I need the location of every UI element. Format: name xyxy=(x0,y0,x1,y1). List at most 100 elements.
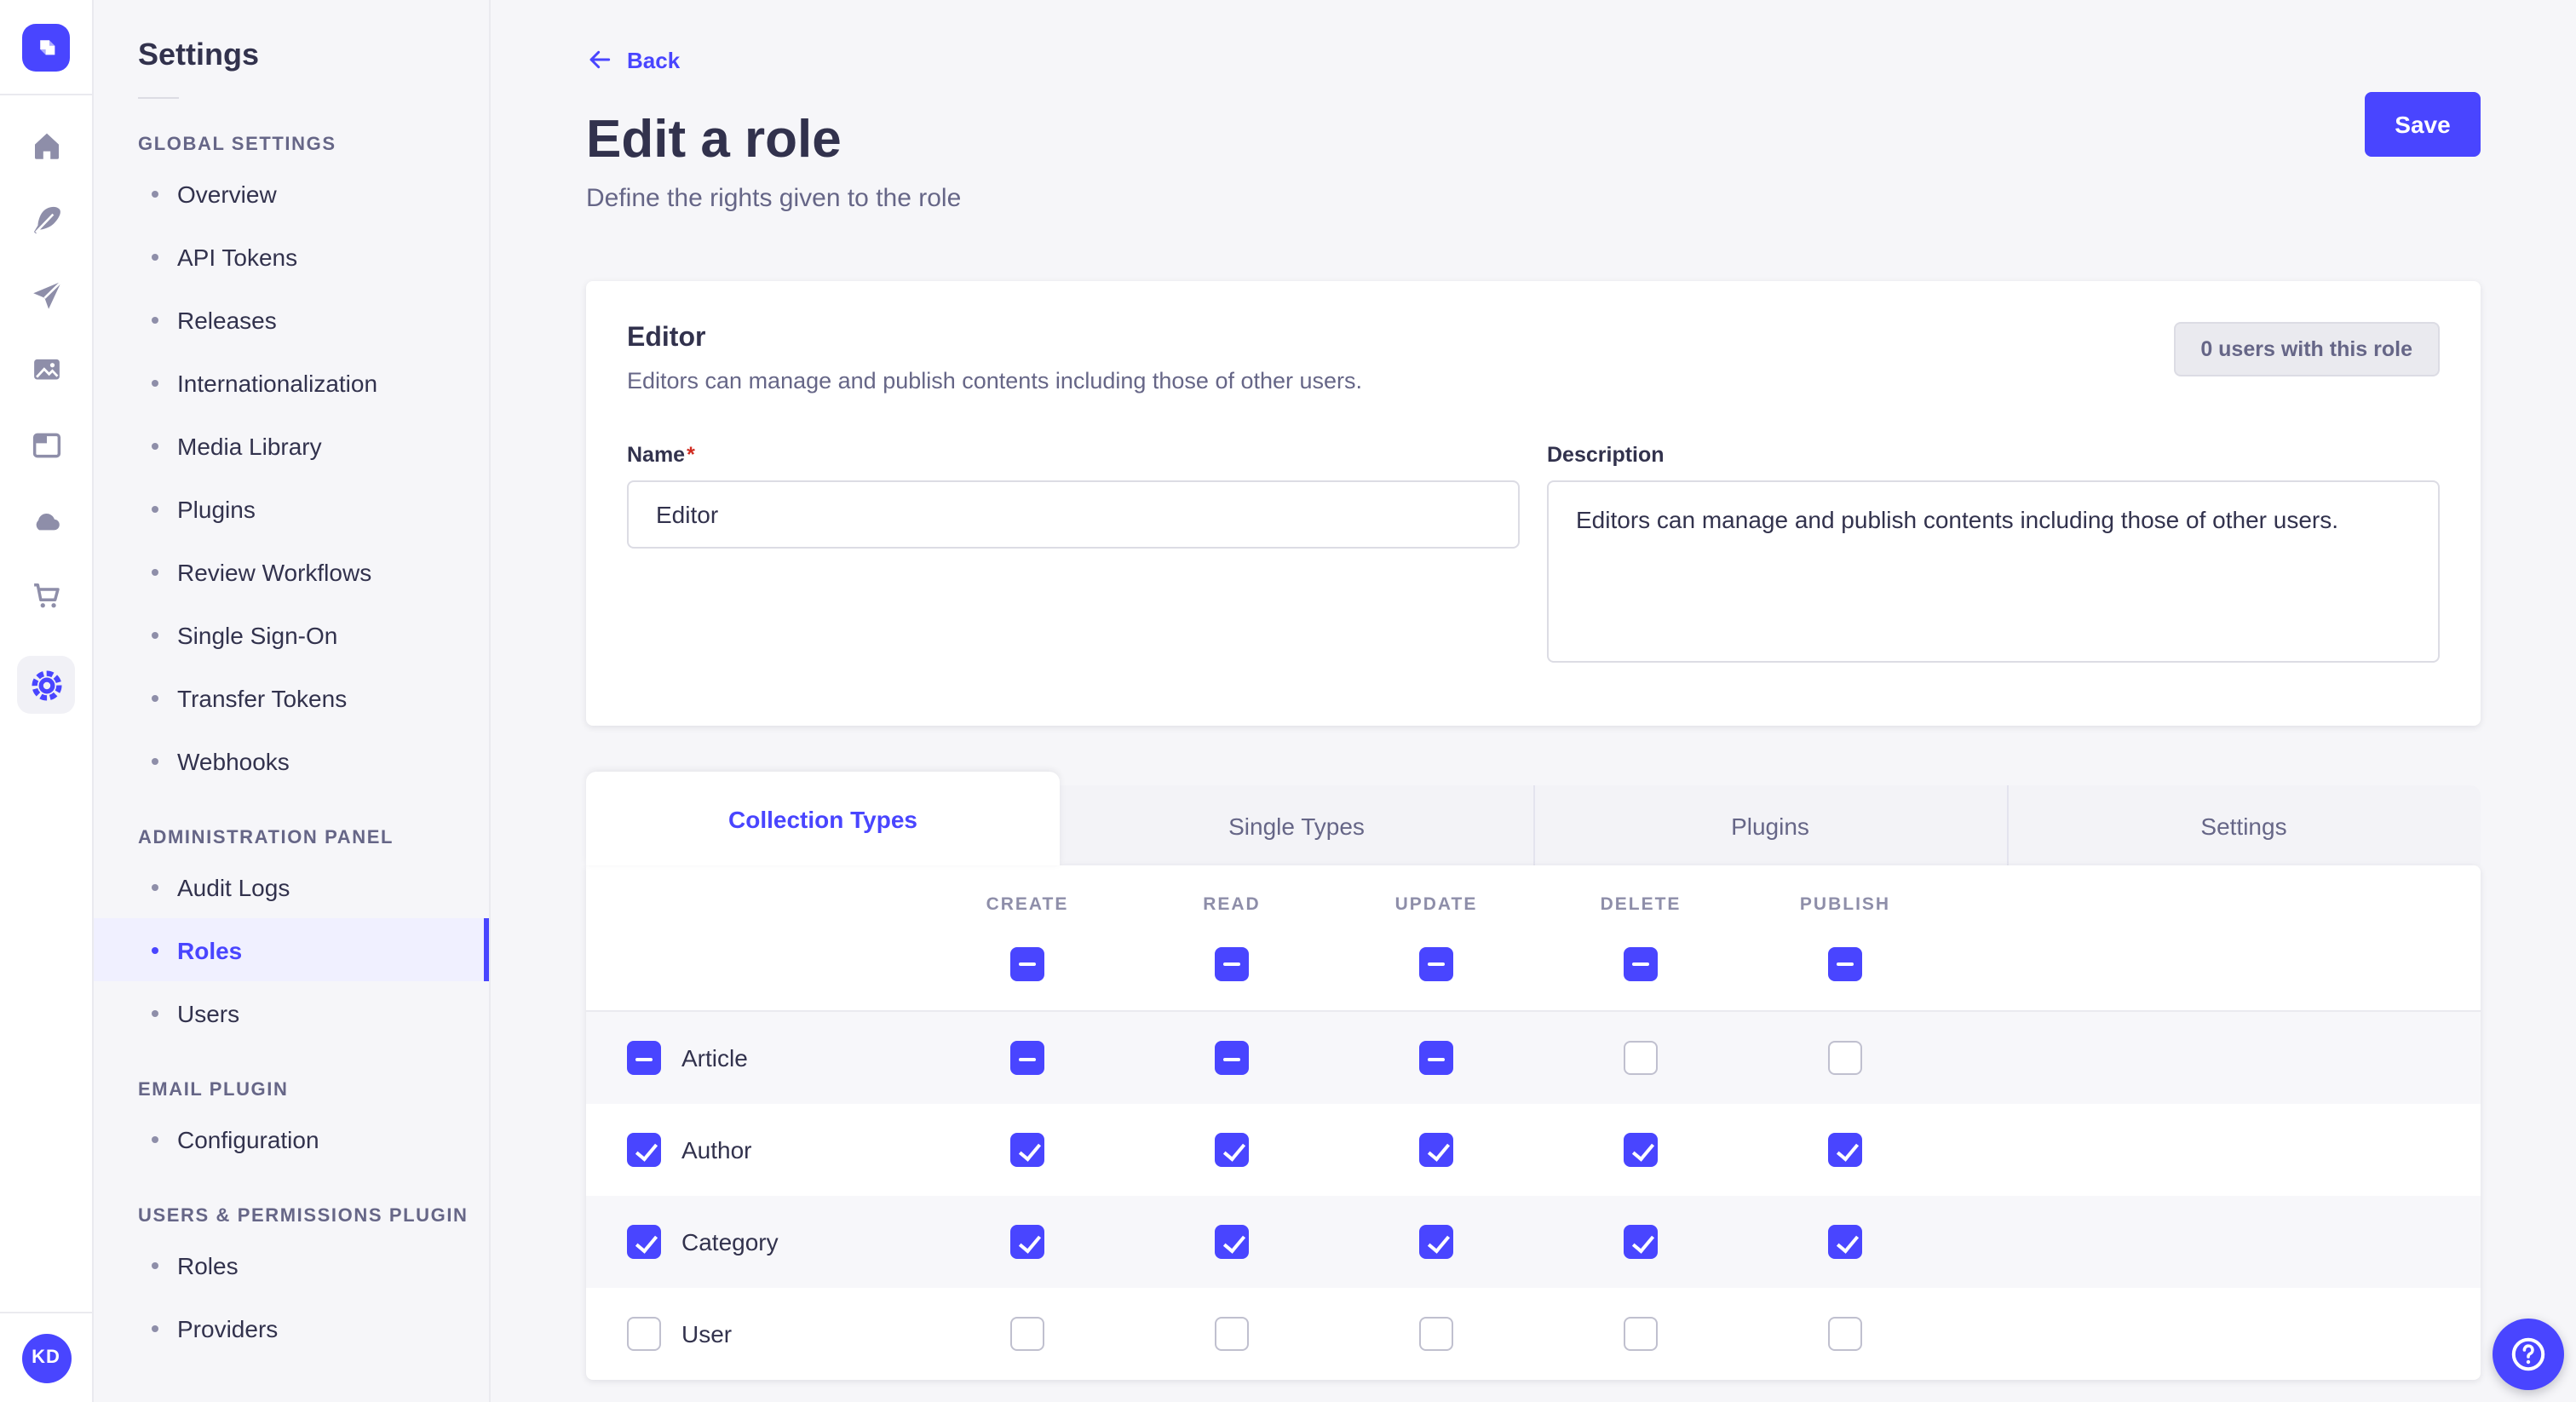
section-heading-email-plugin: EMAIL PLUGIN xyxy=(94,1077,489,1104)
rail-user-section: KD xyxy=(0,1312,92,1402)
row-label: User xyxy=(681,1320,732,1347)
permissions-tabs: Collection Types Single Types Plugins Se… xyxy=(586,772,2481,865)
section-heading-global-settings: GLOBAL SETTINGS xyxy=(94,131,489,158)
bullet-icon xyxy=(152,1009,158,1016)
users-count-badge[interactable]: 0 users with this role xyxy=(2173,322,2440,376)
sidebar-title-divider xyxy=(138,97,179,99)
sidebar-item-single-sign-on[interactable]: Single Sign-On xyxy=(94,603,489,666)
back-link[interactable]: Back xyxy=(586,46,680,73)
author-update-checkbox[interactable] xyxy=(1419,1133,1453,1167)
bullet-icon xyxy=(152,442,158,449)
help-button[interactable] xyxy=(2493,1319,2564,1390)
category-create-checkbox[interactable] xyxy=(1010,1225,1044,1259)
role-details-card: Editor Editors can manage and publish co… xyxy=(586,281,2481,726)
row-label: Article xyxy=(681,1044,748,1072)
user-delete-checkbox[interactable] xyxy=(1624,1317,1658,1351)
sidebar-item-configuration[interactable]: Configuration xyxy=(94,1107,489,1170)
article-update-checkbox[interactable] xyxy=(1419,1041,1453,1075)
sidebar-item-media-library[interactable]: Media Library xyxy=(94,414,489,477)
settings-gear-icon[interactable] xyxy=(9,647,83,722)
author-publish-checkbox[interactable] xyxy=(1828,1133,1862,1167)
author-create-checkbox[interactable] xyxy=(1010,1133,1044,1167)
rail-logo-section xyxy=(0,0,92,95)
question-mark-icon xyxy=(2508,1334,2549,1375)
user-read-checkbox[interactable] xyxy=(1215,1317,1249,1351)
users-permissions-plugin-list: Roles Providers xyxy=(94,1233,489,1359)
global-settings-list: Overview API Tokens Releases Internation… xyxy=(94,162,489,792)
user-avatar[interactable]: KD xyxy=(21,1333,71,1382)
sidebar-item-overview[interactable]: Overview xyxy=(94,162,489,225)
permission-row-category: Category xyxy=(586,1196,2481,1288)
settings-sidebar: Settings GLOBAL SETTINGS Overview API To… xyxy=(94,0,491,1402)
save-button[interactable]: Save xyxy=(2365,92,2481,157)
tab-collection-types[interactable]: Collection Types xyxy=(586,772,1060,865)
sidebar-item-up-roles[interactable]: Roles xyxy=(94,1233,489,1296)
deploy-send-icon[interactable] xyxy=(9,257,83,332)
author-delete-checkbox[interactable] xyxy=(1624,1133,1658,1167)
select-all-read-checkbox[interactable] xyxy=(1215,946,1249,980)
article-row-checkbox[interactable] xyxy=(627,1041,661,1075)
home-icon[interactable] xyxy=(9,107,83,182)
user-create-checkbox[interactable] xyxy=(1010,1317,1044,1351)
tab-settings[interactable]: Settings xyxy=(2007,785,2481,865)
bullet-icon xyxy=(152,631,158,638)
sidebar-item-releases[interactable]: Releases xyxy=(94,288,489,351)
column-header-create: CREATE xyxy=(986,894,1069,915)
sidebar-item-transfer-tokens[interactable]: Transfer Tokens xyxy=(94,666,489,729)
bullet-icon xyxy=(152,316,158,323)
select-all-update-checkbox[interactable] xyxy=(1419,946,1453,980)
description-textarea[interactable]: Editors can manage and publish contents … xyxy=(1547,480,2440,663)
article-publish-checkbox[interactable] xyxy=(1828,1041,1862,1075)
description-field-label: Description xyxy=(1547,443,2440,467)
author-read-checkbox[interactable] xyxy=(1215,1133,1249,1167)
bullet-icon xyxy=(152,253,158,260)
sidebar-item-plugins[interactable]: Plugins xyxy=(94,477,489,540)
sidebar-title: Settings xyxy=(94,34,489,75)
strapi-logo[interactable] xyxy=(22,23,70,71)
bullet-icon xyxy=(152,694,158,701)
tab-single-types[interactable]: Single Types xyxy=(1060,785,1533,865)
sidebar-item-api-tokens[interactable]: API Tokens xyxy=(94,225,489,288)
article-delete-checkbox[interactable] xyxy=(1624,1041,1658,1075)
sidebar-item-users[interactable]: Users xyxy=(94,981,489,1044)
tab-plugins[interactable]: Plugins xyxy=(1533,785,2007,865)
content-manager-feather-icon[interactable] xyxy=(9,182,83,257)
name-input[interactable] xyxy=(627,480,1520,549)
select-all-create-checkbox[interactable] xyxy=(1010,946,1044,980)
required-asterisk: * xyxy=(687,443,695,467)
bullet-icon xyxy=(152,883,158,890)
select-all-delete-checkbox[interactable] xyxy=(1624,946,1658,980)
sidebar-item-audit-logs[interactable]: Audit Logs xyxy=(94,855,489,918)
category-publish-checkbox[interactable] xyxy=(1828,1225,1862,1259)
article-read-checkbox[interactable] xyxy=(1215,1041,1249,1075)
sidebar-item-providers[interactable]: Providers xyxy=(94,1296,489,1359)
sidebar-item-internationalization[interactable]: Internationalization xyxy=(94,351,489,414)
marketplace-cart-icon[interactable] xyxy=(9,557,83,632)
media-library-images-icon[interactable] xyxy=(9,332,83,407)
sidebar-item-webhooks[interactable]: Webhooks xyxy=(94,729,489,792)
category-row-checkbox[interactable] xyxy=(627,1225,661,1259)
strapi-logo-icon xyxy=(32,32,60,61)
sidebar-item-review-workflows[interactable]: Review Workflows xyxy=(94,540,489,603)
category-delete-checkbox[interactable] xyxy=(1624,1225,1658,1259)
cloud-icon[interactable] xyxy=(9,482,83,557)
bullet-icon xyxy=(152,1135,158,1142)
article-create-checkbox[interactable] xyxy=(1010,1041,1044,1075)
sidebar-item-roles[interactable]: Roles xyxy=(94,918,489,981)
role-description-text: Editors can manage and publish contents … xyxy=(627,366,1362,397)
category-read-checkbox[interactable] xyxy=(1215,1225,1249,1259)
select-all-publish-checkbox[interactable] xyxy=(1828,946,1862,980)
page-title: Edit a role xyxy=(586,107,2481,172)
user-publish-checkbox[interactable] xyxy=(1828,1317,1862,1351)
back-arrow-icon xyxy=(586,46,613,73)
user-update-checkbox[interactable] xyxy=(1419,1317,1453,1351)
user-row-checkbox[interactable] xyxy=(627,1317,661,1351)
content-type-builder-layout-icon[interactable] xyxy=(9,407,83,482)
author-row-checkbox[interactable] xyxy=(627,1133,661,1167)
bullet-icon xyxy=(152,190,158,197)
bullet-icon xyxy=(152,1261,158,1268)
column-header-delete: DELETE xyxy=(1601,894,1682,915)
nav-rail: KD xyxy=(0,0,94,1402)
category-update-checkbox[interactable] xyxy=(1419,1225,1453,1259)
permission-row-article: Article xyxy=(586,1012,2481,1104)
